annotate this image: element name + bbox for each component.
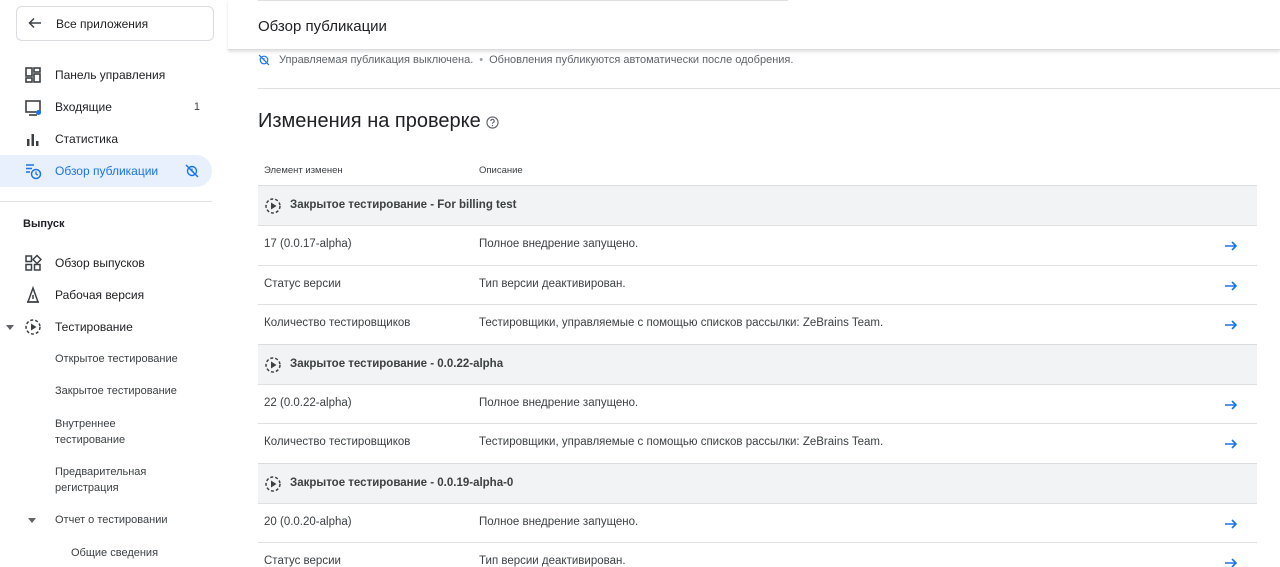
sidebar-subitem-open-testing[interactable]: Открытое тестирование <box>55 351 205 367</box>
table-row[interactable]: Количество тестировщиков Тестировщики, у… <box>258 304 1257 344</box>
status-divider <box>258 88 1280 89</box>
status-main-text: Управляемая публикация выключена. <box>279 54 474 66</box>
sidebar-subitem-test-report[interactable]: Отчет о тестировании <box>55 512 205 528</box>
table-row[interactable]: Количество тестировщиков Тестировщики, у… <box>258 423 1257 463</box>
table-row[interactable]: Статус версии Тип версии деактивирован. <box>258 264 1257 305</box>
sidebar-item-inbox[interactable]: Входящие 1 <box>0 91 212 123</box>
arrow-left-icon <box>28 17 41 29</box>
row-element: Статус версии <box>264 277 341 290</box>
bar-chart-icon <box>27 134 39 146</box>
arrow-right-icon[interactable] <box>1223 317 1239 333</box>
testing-icon <box>265 356 281 373</box>
arrow-right-icon[interactable] <box>1223 397 1239 413</box>
table-header: Элемент изменен Описание <box>258 160 1257 185</box>
table-row[interactable]: Статус версии Тип версии деактивирован. <box>258 542 1257 567</box>
release-overview-icon <box>25 254 42 271</box>
row-element: 22 (0.0.22-alpha) <box>264 396 352 409</box>
sidebar-subitem-pre-registration[interactable]: Предварительная регистрация <box>55 464 175 496</box>
row-description: Полное внедрение запущено. <box>479 515 639 528</box>
changes-table: Элемент изменен Описание Закрытое тестир… <box>258 160 1257 567</box>
sidebar-item-label: Входящие <box>55 100 112 114</box>
managed-publishing-off-icon <box>258 54 270 66</box>
test-report-expand-caret[interactable] <box>28 518 36 523</box>
sidebar-item-label: Обзор выпусков <box>55 256 145 270</box>
sidebar-item-production[interactable]: Рабочая версия <box>0 279 212 311</box>
table-row[interactable]: 20 (0.0.20-alpha) Полное внедрение запущ… <box>258 502 1257 543</box>
row-description: Тип версии деактивирован. <box>479 555 626 567</box>
status-separator: • <box>479 54 484 66</box>
production-icon <box>26 286 40 303</box>
testing-icon <box>265 198 281 214</box>
row-description: Тестировщики, управляемые с помощью спис… <box>479 436 884 448</box>
page-title: Обзор публикации <box>258 18 387 35</box>
sidebar-item-testing[interactable]: Тестирование <box>0 311 212 343</box>
table-row[interactable]: 17 (0.0.17-alpha) Полное внедрение запущ… <box>258 225 1257 265</box>
row-description: Полное внедрение запущено. <box>479 238 639 250</box>
sidebar-item-label: Обзор публикации <box>55 164 159 178</box>
row-element: 17 (0.0.17-alpha) <box>264 238 352 250</box>
sidebar-item-dashboard[interactable]: Панель управления <box>0 59 212 91</box>
group-header: Закрытое тестирование - For billing test <box>258 185 1257 225</box>
group-title: Закрытое тестирование - 0.0.22-alpha <box>290 357 504 370</box>
all-apps-label: Все приложения <box>56 17 149 31</box>
arrow-right-icon[interactable] <box>1223 278 1239 294</box>
sidebar-item-release-overview[interactable]: Обзор выпусков <box>0 247 212 279</box>
row-description: Тип версии деактивирован. <box>479 277 626 290</box>
row-element: Количество тестировщиков <box>264 317 411 329</box>
sidebar-item-label: Рабочая версия <box>55 288 145 302</box>
sidebar-item-statistics[interactable]: Статистика <box>0 123 212 155</box>
sidebar-subitem-internal-testing[interactable]: Внутреннее тестирование <box>55 416 165 448</box>
column-header-description: Описание <box>479 165 523 176</box>
changes-heading-text: Изменения на проверке <box>258 110 481 132</box>
group-title: Закрытое тестирование - 0.0.19-alpha-0 <box>290 476 514 489</box>
managed-publishing-status: Управляемая публикация выключена. • Обно… <box>258 53 793 67</box>
arrow-right-icon[interactable] <box>1223 555 1239 567</box>
page-header: Обзор публикации <box>228 0 1280 50</box>
publishing-overview-icon <box>26 164 42 180</box>
sidebar-item-label: Панель управления <box>55 68 166 82</box>
all-apps-button[interactable]: Все приложения <box>16 6 214 41</box>
arrow-right-icon[interactable] <box>1223 238 1239 254</box>
row-element: 20 (0.0.20-alpha) <box>264 515 352 528</box>
table-row[interactable]: 22 (0.0.22-alpha) Полное внедрение запущ… <box>258 383 1257 424</box>
header-top-divider <box>258 0 788 1</box>
row-description: Полное внедрение запущено. <box>479 396 639 409</box>
changes-heading: Изменения на проверке <box>258 110 499 133</box>
group-title: Закрытое тестирование - For billing test <box>290 199 517 211</box>
sidebar-item-label: Статистика <box>55 132 119 146</box>
release-section-title: Выпуск <box>23 218 65 230</box>
sidebar-subitem-closed-testing[interactable]: Закрытое тестирование <box>55 383 205 399</box>
group-header: Закрытое тестирование - 0.0.19-alpha-0 <box>258 462 1257 503</box>
status-detail-text: Обновления публикуются автоматически пос… <box>489 54 794 66</box>
arrow-right-icon[interactable] <box>1223 516 1239 532</box>
inbox-count-badge: 1 <box>193 101 200 113</box>
inbox-icon <box>25 100 41 116</box>
sidebar: Все приложения Панель управления Входящи… <box>0 0 228 567</box>
managed-publishing-off-icon <box>185 164 199 178</box>
group-header: Закрытое тестирование - 0.0.22-alpha <box>258 343 1257 384</box>
row-description: Тестировщики, управляемые с помощью спис… <box>479 317 884 329</box>
sidebar-item-publishing-overview[interactable]: Обзор публикации <box>0 155 212 187</box>
testing-icon <box>25 319 41 335</box>
sidebar-item-label: Тестирование <box>55 320 133 334</box>
column-header-element: Элемент изменен <box>264 165 343 176</box>
testing-icon <box>265 475 281 492</box>
row-element: Статус версии <box>264 555 341 567</box>
row-element: Количество тестировщиков <box>264 436 411 448</box>
help-icon[interactable] <box>486 116 499 129</box>
arrow-right-icon[interactable] <box>1223 436 1239 452</box>
sidebar-subitem-overview[interactable]: Общие сведения <box>71 545 221 561</box>
main-content: Обзор публикации Управляемая публикация … <box>228 0 1280 567</box>
sidebar-divider <box>0 201 212 202</box>
dashboard-icon <box>25 67 41 83</box>
